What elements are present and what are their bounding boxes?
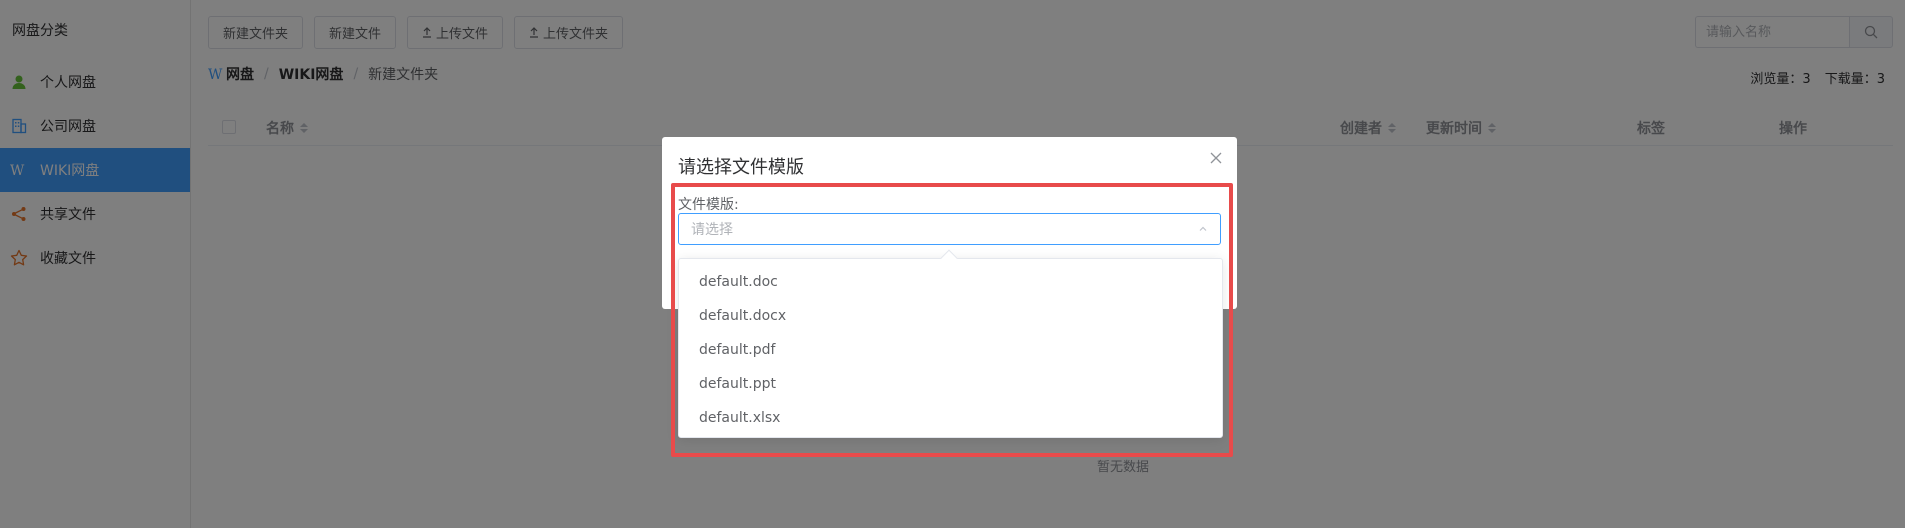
option-default-doc[interactable]: default.doc — [679, 265, 1222, 299]
option-default-pdf[interactable]: default.pdf — [679, 333, 1222, 367]
template-select[interactable]: 请选择 — [678, 213, 1221, 245]
close-icon[interactable] — [1209, 151, 1223, 165]
template-field-label: 文件模版: — [678, 197, 739, 213]
dialog-title: 请选择文件模版 — [678, 157, 804, 178]
option-default-docx[interactable]: default.docx — [679, 299, 1222, 333]
template-dropdown: default.doc default.docx default.pdf def… — [678, 249, 1223, 438]
option-default-xlsx[interactable]: default.xlsx — [679, 401, 1222, 435]
chevron-up-icon — [1199, 226, 1207, 231]
select-placeholder: 请选择 — [691, 222, 733, 238]
option-default-ppt[interactable]: default.ppt — [679, 367, 1222, 401]
